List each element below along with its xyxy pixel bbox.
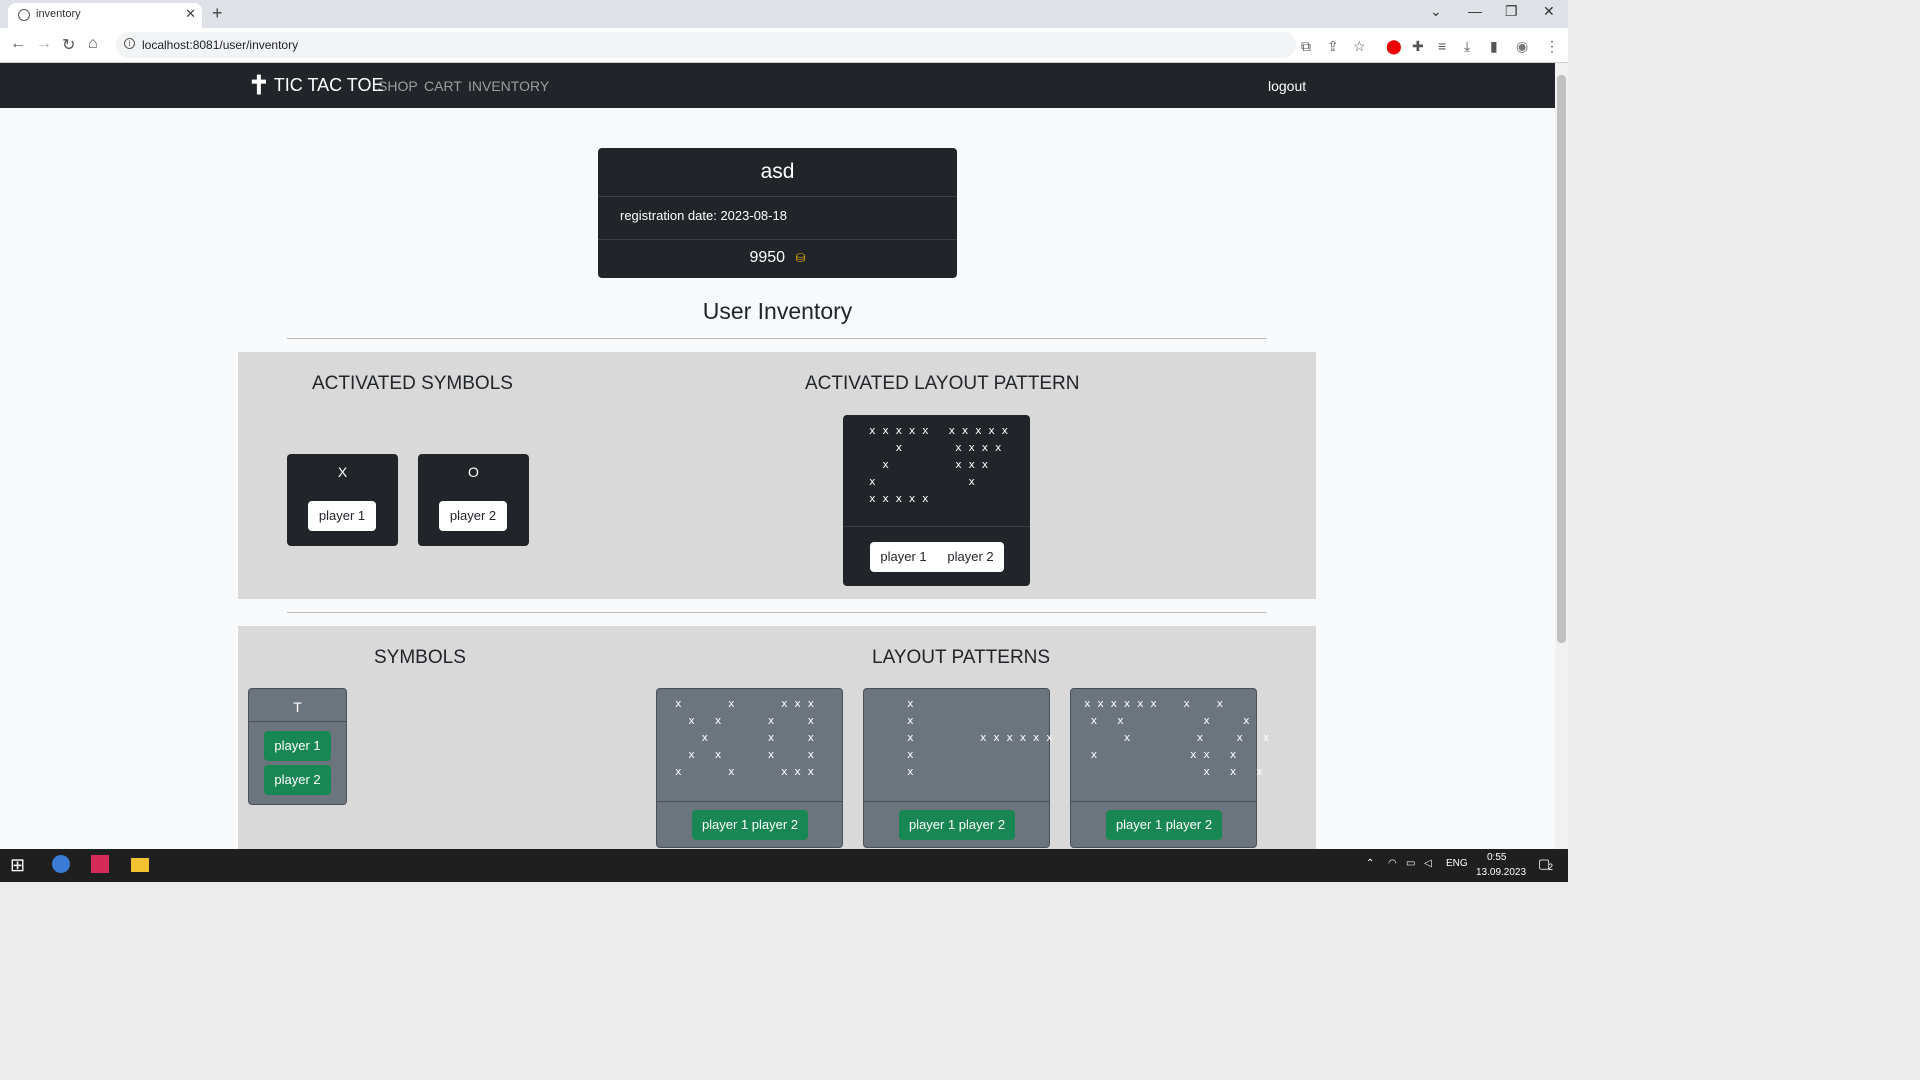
divider — [1071, 801, 1256, 802]
divider — [287, 338, 1267, 339]
activated-section: ACTIVATED SYMBOLS ACTIVATED LAYOUT PATTE… — [238, 352, 1316, 599]
divider — [287, 612, 1267, 613]
page-title: User Inventory — [702, 298, 853, 324]
browser-tab-bar: inventory ✕ + ⌄ — ❐ ✕ — [0, 0, 1568, 28]
symbol-char: X — [337, 464, 348, 480]
layout-pattern-card: x x x x x x x x x x x player 1 player 2 — [863, 688, 1053, 848]
new-tab-icon[interactable]: + — [212, 3, 223, 24]
activated-layout-card: x x x x x x x x x x x x x x x x x x x x … — [843, 415, 1030, 586]
navbar: ✝ TIC TAC TOE SHOP CART INVENTORY logout — [0, 63, 1555, 108]
layout-grid: x x x x x x x x x x x — [907, 697, 1053, 778]
activated-symbol-card: O player 2 — [418, 454, 529, 546]
registration-date: registration date: 2023-08-18 — [620, 208, 787, 223]
clock-date[interactable]: 13.09.2023 — [1476, 867, 1526, 878]
symbol-char: T — [293, 699, 302, 715]
file-explorer-icon[interactable] — [131, 858, 149, 872]
owned-section: SYMBOLS LAYOUT PATTERNS T player 1 playe… — [238, 626, 1316, 849]
taskbar: ⊞ ⌃ ◠ ▭ ◁ ENG 0:55 13.09.2023 ▢ 2 — [0, 849, 1568, 882]
player-buttons[interactable]: player 1 player 2 — [899, 810, 1015, 840]
side-panel-icon[interactable]: ▮ — [1490, 38, 1498, 55]
divider — [598, 196, 957, 197]
activated-symbols-heading: ACTIVATED SYMBOLS — [312, 373, 513, 394]
battery-icon[interactable]: ▭ — [1406, 858, 1415, 869]
activated-layout-heading: ACTIVATED LAYOUT PATTERN — [805, 373, 1080, 394]
player-2-button[interactable]: player 2 — [439, 501, 507, 531]
brand-link[interactable]: ✝ TIC TAC TOE — [248, 72, 383, 98]
opera-icon[interactable]: ⬤ — [1386, 38, 1402, 55]
scrollbar-thumb[interactable] — [1557, 75, 1566, 643]
restore-icon[interactable]: ❐ — [1505, 3, 1518, 20]
divider — [864, 801, 1049, 802]
username: asd — [760, 160, 795, 183]
user-card: asd registration date: 2023-08-18 9950 ⛁ — [598, 148, 957, 278]
translate-icon[interactable]: ⧉ — [1301, 38, 1311, 55]
divider — [249, 721, 346, 722]
globe-icon — [18, 9, 30, 21]
url-text: localhost:8081/user/inventory — [142, 38, 299, 52]
browser-toolbar: ← → ↻ ⌂ i localhost:8081/user/inventory … — [0, 28, 1568, 63]
layout-pattern-card: x x x x x x x x x x x x x x x x x x x x … — [656, 688, 843, 848]
symbols-heading: SYMBOLS — [374, 647, 466, 668]
language-indicator[interactable]: ENG — [1446, 858, 1468, 869]
nav-shop[interactable]: SHOP — [378, 78, 418, 94]
minimize-icon[interactable]: — — [1468, 3, 1482, 19]
coins-icon: ⛁ — [795, 251, 806, 265]
tab-close-icon[interactable]: ✕ — [185, 6, 196, 22]
share-icon[interactable]: ⇪ — [1327, 38, 1339, 55]
activated-symbol-card: X player 1 — [287, 454, 398, 546]
menu-icon[interactable]: ⋮ — [1545, 38, 1559, 55]
player-1-button[interactable]: player 1 — [264, 731, 331, 761]
divider — [843, 526, 1030, 527]
layout-grid: x x x x x x x x x x x x x x x x x x x x … — [869, 424, 1009, 505]
forward-icon[interactable]: → — [36, 35, 52, 53]
player-1-button[interactable]: player 1 — [880, 542, 926, 572]
player-button-group: player 1 player 2 — [870, 542, 1004, 572]
home-icon[interactable]: ⌂ — [88, 35, 98, 53]
player-buttons[interactable]: player 1 player 2 — [1106, 810, 1222, 840]
address-bar[interactable]: i localhost:8081/user/inventory — [116, 32, 1296, 58]
bookmark-star-icon[interactable]: ☆ — [1353, 38, 1366, 55]
notification-count: 2 — [1548, 862, 1554, 872]
player-2-button[interactable]: player 2 — [947, 542, 993, 572]
windows-start-icon[interactable]: ⊞ — [10, 855, 30, 875]
balance-value: 9950 — [749, 249, 786, 266]
symbol-char: O — [468, 464, 479, 480]
close-window-icon[interactable]: ✕ — [1543, 3, 1555, 20]
reload-icon[interactable]: ↻ — [62, 35, 75, 55]
browser-tab[interactable]: inventory ✕ — [8, 3, 202, 28]
player-buttons[interactable]: player 1 player 2 — [692, 810, 808, 840]
brand-text: TIC TAC TOE — [273, 74, 384, 95]
layout-patterns-heading: LAYOUT PATTERNS — [872, 647, 1051, 668]
divider — [598, 239, 957, 240]
logout-link[interactable]: logout — [1268, 78, 1306, 94]
nav-cart[interactable]: CART — [424, 78, 462, 94]
player-1-button[interactable]: player 1 — [308, 501, 376, 531]
layout-grid: x x x x x x x x x x x x x x x x x x x x … — [1084, 697, 1270, 778]
back-icon[interactable]: ← — [10, 35, 26, 53]
cross-icon: ✝ — [248, 70, 270, 100]
divider — [657, 801, 842, 802]
symbol-card: T player 1 player 2 — [248, 688, 347, 805]
chrome-icon[interactable] — [52, 855, 70, 873]
nav-inventory[interactable]: INVENTORY — [468, 78, 549, 94]
player-2-button[interactable]: player 2 — [264, 765, 331, 795]
download-icon[interactable]: ⤓ — [1464, 38, 1470, 55]
site-info-icon[interactable]: i — [124, 38, 135, 49]
layout-grid: x x x x x x x x x x x x x x x x x x x x … — [675, 697, 815, 778]
extensions-icon[interactable]: ✚ — [1412, 38, 1424, 55]
network-icon[interactable]: ◠ — [1388, 858, 1397, 869]
intellij-icon[interactable] — [91, 855, 109, 873]
page-content: ✝ TIC TAC TOE SHOP CART INVENTORY logout… — [0, 63, 1555, 849]
tab-title: inventory — [36, 8, 81, 20]
layout-pattern-card: x x x x x x x x x x x x x x x x x x x x … — [1070, 688, 1269, 848]
scrollbar[interactable] — [1555, 63, 1568, 849]
tray-expand-icon[interactable]: ⌃ — [1366, 858, 1374, 869]
media-icon[interactable]: ≡ — [1438, 38, 1446, 54]
clock-time[interactable]: 0:55 — [1487, 852, 1506, 863]
tab-search-icon[interactable]: ⌄ — [1430, 3, 1442, 20]
profile-icon[interactable]: ◉ — [1516, 38, 1528, 55]
balance: 9950 ⛁ — [598, 249, 957, 267]
volume-icon[interactable]: ◁ — [1424, 858, 1432, 869]
